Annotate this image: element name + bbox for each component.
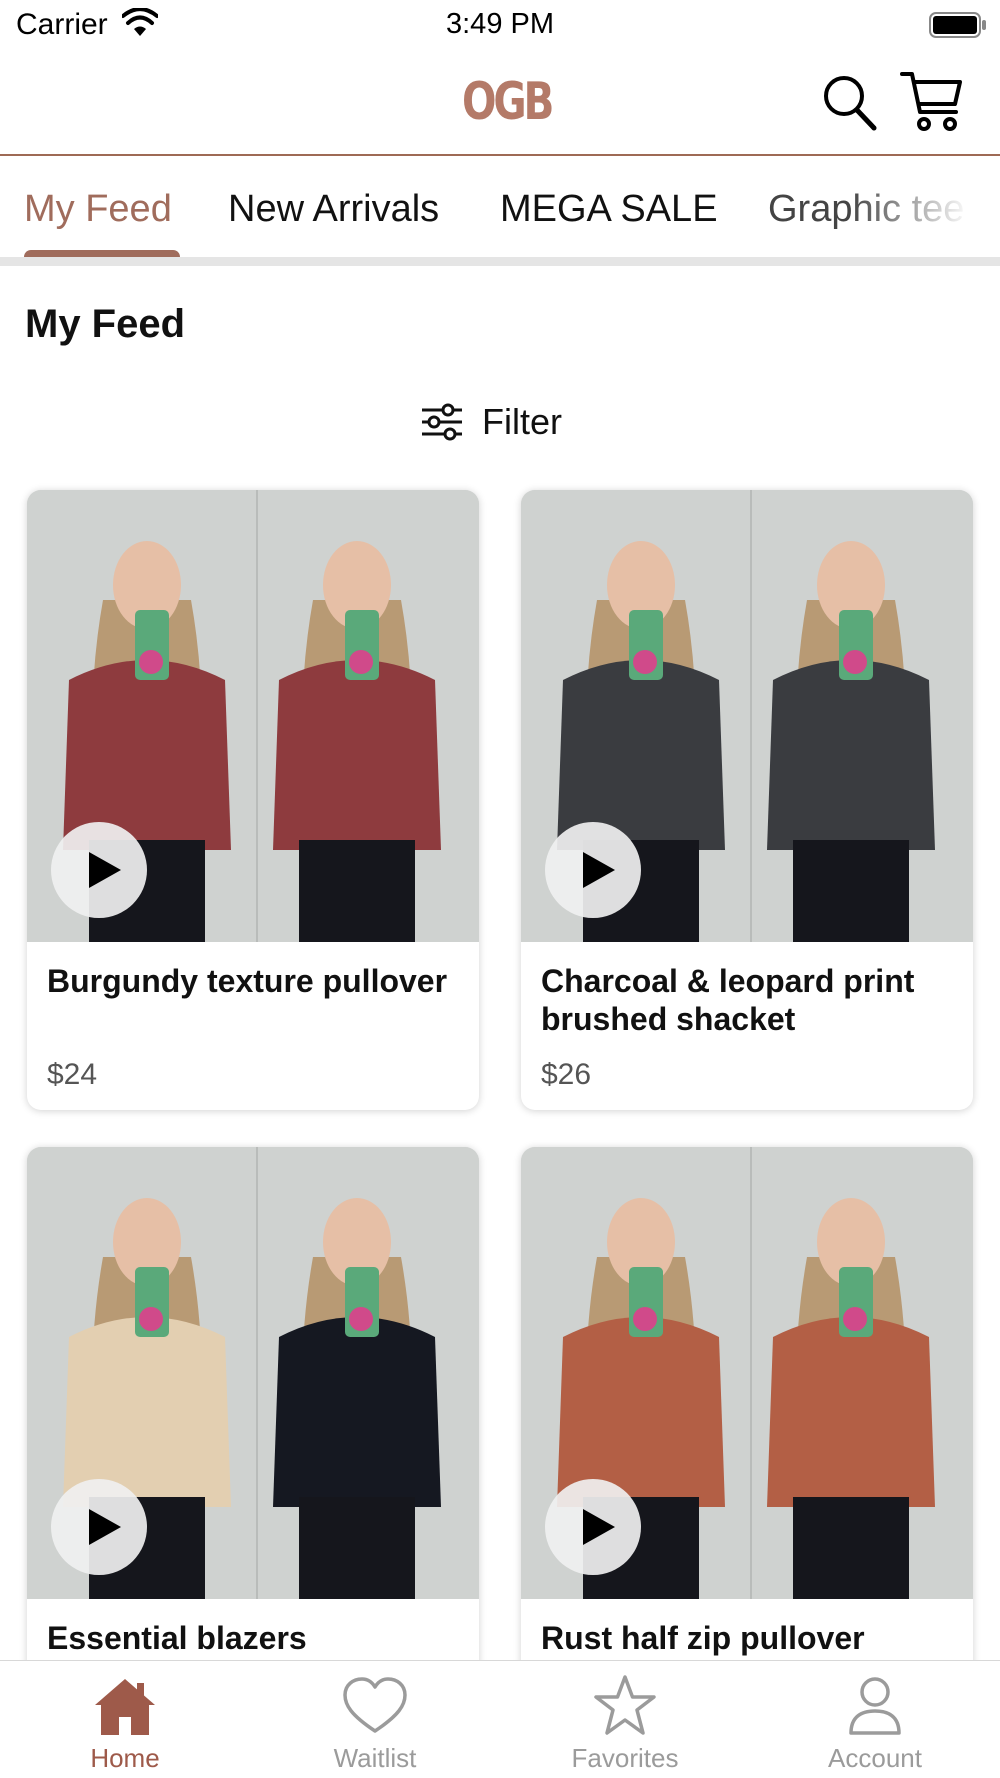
tabs-fade — [850, 158, 1000, 257]
nav-label: Home — [90, 1743, 160, 1773]
person-icon — [849, 1677, 901, 1735]
section-title: My Feed — [25, 302, 186, 346]
sliders-icon — [422, 403, 462, 441]
play-video-button[interactable] — [51, 822, 147, 918]
heart-icon — [343, 1677, 407, 1733]
cart-button[interactable] — [900, 68, 964, 134]
product-name[interactable]: Burgundy texture pullover — [47, 962, 467, 1000]
bottom-nav: Home Waitlist Favorites Account — [0, 1660, 1000, 1778]
nav-account[interactable]: Account — [750, 1661, 1000, 1778]
active-tab-indicator — [24, 250, 180, 257]
product-card[interactable]: Rust half zip pullover — [521, 1147, 973, 1707]
play-icon — [89, 852, 121, 888]
nav-label: Favorites — [571, 1743, 679, 1773]
product-card[interactable]: Burgundy texture pullover $24 — [27, 490, 479, 1110]
tab-new-arrivals[interactable]: New Arrivals — [228, 188, 439, 231]
play-video-button[interactable] — [51, 1479, 147, 1575]
nav-label: Account — [828, 1743, 922, 1773]
product-name[interactable]: Rust half zip pullover — [541, 1619, 961, 1657]
tab-mega-sale[interactable]: MEGA SALE — [500, 188, 718, 231]
play-icon — [583, 852, 615, 888]
play-icon — [89, 1509, 121, 1545]
product-name[interactable]: Essential blazers — [47, 1619, 467, 1657]
app-header: OGB — [0, 52, 1000, 156]
cart-icon — [900, 72, 962, 131]
nav-home[interactable]: Home — [0, 1661, 250, 1778]
product-name[interactable]: Charcoal & leopard print brushed shacket — [541, 962, 961, 1038]
tab-my-feed[interactable]: My Feed — [24, 188, 172, 231]
nav-waitlist[interactable]: Waitlist — [250, 1661, 500, 1778]
brand-logo[interactable]: OGB — [462, 72, 554, 132]
category-tabs: My Feed New Arrivals MEGA SALE Graphic t… — [0, 158, 1000, 266]
product-card[interactable]: Essential blazers — [27, 1147, 479, 1707]
nav-favorites[interactable]: Favorites — [500, 1661, 750, 1778]
search-icon — [824, 76, 877, 131]
product-card[interactable]: Charcoal & leopard print brushed shacket… — [521, 490, 973, 1110]
nav-label: Waitlist — [333, 1743, 417, 1773]
status-bar: Carrier 3:49 PM — [0, 0, 1000, 52]
play-video-button[interactable] — [545, 822, 641, 918]
filter-button[interactable]: Filter — [420, 396, 562, 448]
star-icon — [594, 1675, 656, 1735]
play-icon — [583, 1509, 615, 1545]
search-button[interactable] — [820, 70, 880, 134]
clock: 3:49 PM — [446, 8, 554, 40]
play-video-button[interactable] — [545, 1479, 641, 1575]
battery-icon — [929, 12, 986, 38]
product-price: $24 — [47, 1058, 98, 1091]
filter-label: Filter — [482, 401, 562, 442]
product-price: $26 — [541, 1058, 592, 1091]
home-icon — [95, 1679, 155, 1735]
